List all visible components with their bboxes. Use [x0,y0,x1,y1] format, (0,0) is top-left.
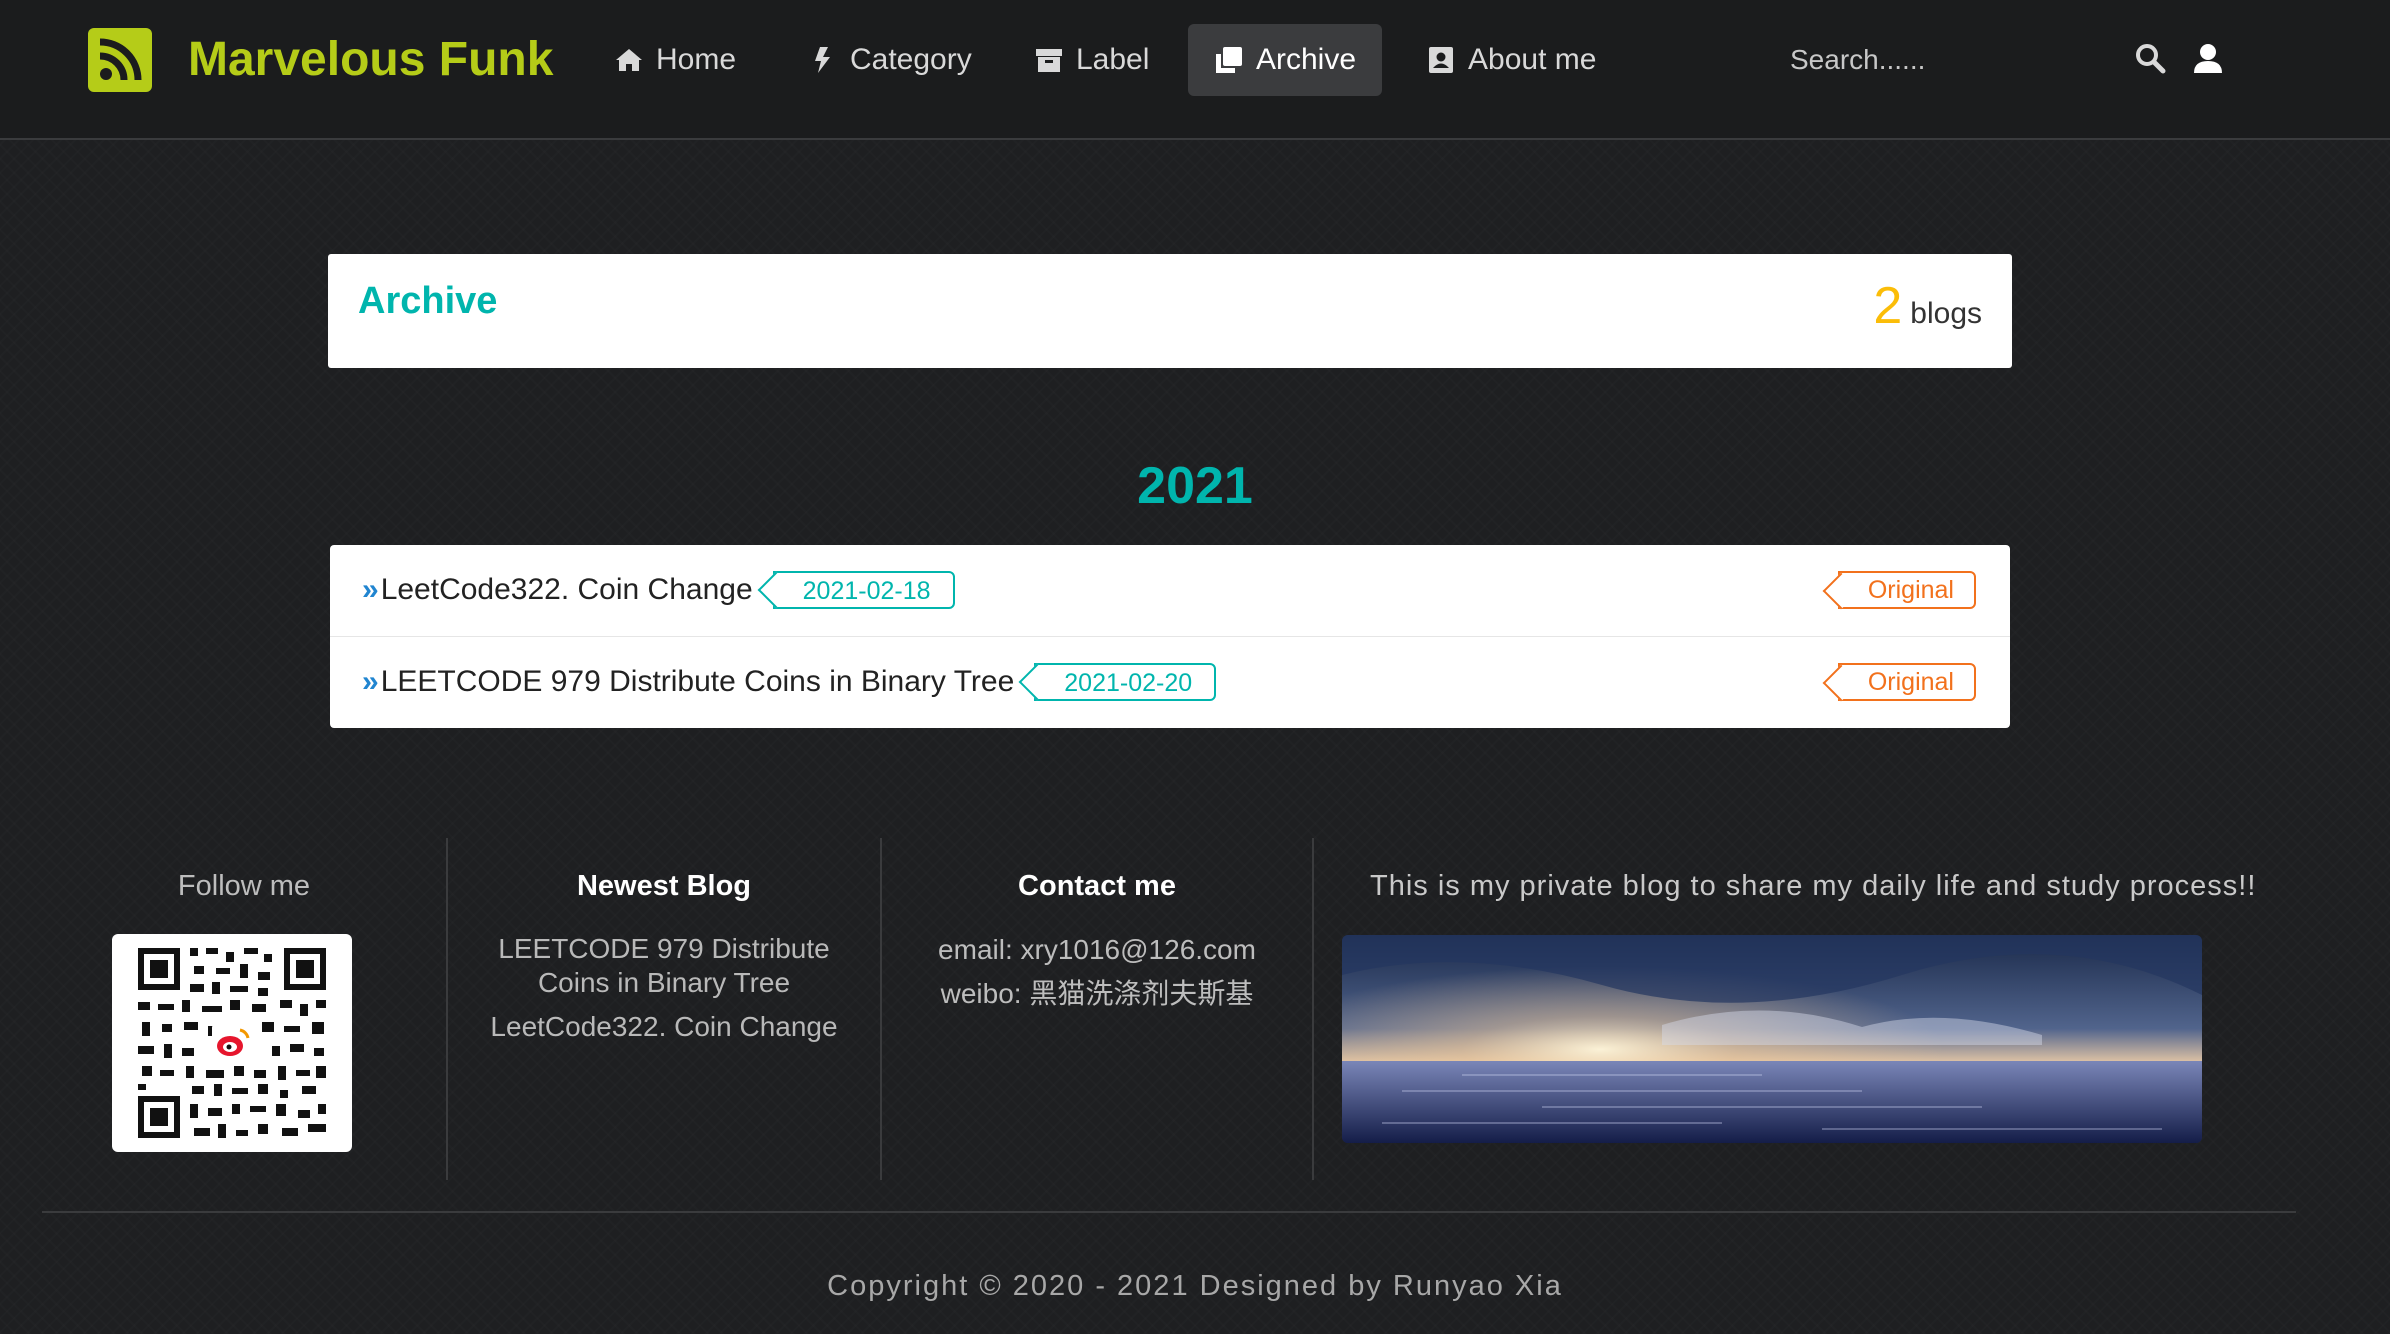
blog-count-number: 2 [1873,277,1903,335]
newest-blog-link[interactable]: LeetCode322. Coin Change [488,1010,840,1044]
site-blurb: This is my private blog to share my dail… [1370,870,2257,902]
rss-logo-icon[interactable] [88,28,152,92]
user-icon[interactable] [2192,42,2224,74]
blog-count: 2 blogs [1873,276,1982,336]
copyright-text: Copyright © 2020 - 2021 Designed by Runy… [827,1270,1563,1302]
bolt-icon [815,47,830,73]
site-brand[interactable]: Marvelous Funk [188,30,553,90]
list-item: » LEETCODE 979 Distribute Coins in Binar… [330,636,2010,726]
newest-blog-link[interactable]: LEETCODE 979 Distribute Coins in Binary … [488,932,840,1000]
contact-list: email: xry1016@126.com weibo: 黑猫洗涤剂夫斯基 [882,928,1312,1016]
nav-category[interactable]: Category [782,24,998,96]
original-tag: Original [1837,662,1976,701]
qr-code-image [112,934,352,1152]
nav-label-label: Label [1076,43,1150,76]
chevron-double-right-icon: » [362,664,379,698]
date-tag: 2021-02-20 [1034,662,1217,701]
home-icon [616,49,642,71]
footer-contact-column: Contact me email: xry1016@126.com weibo:… [882,838,1314,1180]
archive-box-icon [1036,49,1062,72]
search-input[interactable] [1790,30,2170,90]
nav-archive-label: Archive [1256,43,1357,76]
top-navbar: Marvelous Funk Home Category Label Archi… [0,0,2390,140]
contact-heading: Contact me [1018,870,1176,902]
nav-about[interactable]: About me [1400,24,1622,96]
nav-about-label: About me [1468,43,1597,76]
nav-archive[interactable]: Archive [1188,24,1383,96]
post-title: LeetCode322. Coin Change [380,573,753,606]
newest-blog-heading: Newest Blog [576,870,752,902]
follow-heading: Follow me [177,870,311,902]
original-tag: Original [1837,571,1976,609]
chevron-double-right-icon: » [362,573,379,606]
qr-code-icon [138,948,326,1138]
seascape-image [1342,935,2202,1143]
archive-title: Archive [358,280,498,322]
contact-email: email: xry1016@126.com [938,934,1256,965]
address-book-icon [1429,47,1453,73]
date-tag: 2021-02-18 [772,571,955,609]
year-heading: 2021 [1137,457,1253,515]
nav-category-label: Category [850,43,972,76]
post-list: » LeetCode322. Coin Change 2021-02-18 Or… [330,545,2010,728]
list-item: » LeetCode322. Coin Change 2021-02-18 Or… [330,545,2010,635]
footer-newest-column: Newest Blog LEETCODE 979 Distribute Coin… [448,838,882,1180]
nav-home[interactable]: Home [588,24,762,96]
nav-label[interactable]: Label [1008,24,1175,96]
nav-home-label: Home [656,43,737,76]
post-link[interactable]: » LeetCode322. Coin Change [362,573,753,607]
newest-blog-list: LEETCODE 979 Distribute Coins in Binary … [448,932,880,1044]
clone-icon [1216,47,1242,73]
post-title: LEETCODE 979 Distribute Coins in Binary … [380,664,1015,698]
footer-divider [42,1211,2296,1213]
blog-count-unit: blogs [1910,297,1982,330]
post-link[interactable]: » LEETCODE 979 Distribute Coins in Binar… [362,665,1014,699]
archive-header-card: Archive 2 blogs [328,254,2012,368]
search-icon[interactable] [2134,42,2166,74]
contact-weibo: weibo: 黑猫洗涤剂夫斯基 [940,978,1254,1009]
